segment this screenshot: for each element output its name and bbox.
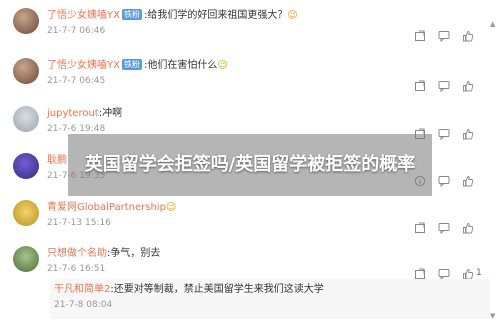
username-link[interactable]: 青爱网GlobalPartnership xyxy=(47,202,166,213)
avatar[interactable] xyxy=(13,200,39,226)
overlay-title: 英国留学会拒签吗/英国留学被拒签的概率 xyxy=(84,154,416,175)
repost-icon[interactable] xyxy=(414,80,426,92)
scroll-down-arrow[interactable]: ▼ xyxy=(490,312,495,320)
like-count: 1 xyxy=(476,268,482,278)
comment-line: 青爱网GlobalPartnership😉 xyxy=(47,200,176,216)
avatar[interactable] xyxy=(13,8,39,34)
repost-icon[interactable] xyxy=(414,222,426,234)
scrollbar[interactable]: ▲ ▼ xyxy=(490,20,496,320)
scroll-up-arrow[interactable]: ▲ xyxy=(490,20,495,28)
reply-username-link[interactable]: 干凡和简单2 xyxy=(54,284,110,295)
fan-badge: 铁粉 xyxy=(121,59,142,70)
comment-actions xyxy=(414,80,474,93)
username-link[interactable]: 了悟少女姨嗑YX xyxy=(47,60,120,71)
thumbs-up-icon[interactable] xyxy=(462,175,474,187)
comment-time: 21-7-7 06:46 xyxy=(47,26,106,36)
comment-icon[interactable] xyxy=(438,80,450,92)
thumbs-up-icon[interactable] xyxy=(462,30,474,42)
emoji: 😉 xyxy=(217,60,228,71)
avatar[interactable] xyxy=(13,58,39,84)
emoji: 😉 xyxy=(287,10,298,21)
reply-time: 21-7-8 08:04 xyxy=(54,300,113,310)
reply-item: 干凡和简单2:还要对等制裁，禁止美国留学生来我们这读大学 21-7-8 08:0… xyxy=(50,279,490,319)
thumbs-up-icon[interactable] xyxy=(462,128,474,140)
comment-line: 只想做个名助:争气，别去 xyxy=(47,246,160,262)
title-overlay: 英国留学会拒签吗/英国留学被拒签的概率 xyxy=(68,134,432,196)
comment-icon[interactable] xyxy=(438,128,450,140)
comment-line: jupyterout:冲啊 xyxy=(47,106,122,122)
comment-line: 了悟少女姨嗑YX 铁粉:给我们学的好回来祖国更强大？😉 xyxy=(47,8,298,24)
comment-line: 耿鹏 xyxy=(47,153,67,169)
username-link[interactable]: 只想做个名助 xyxy=(47,248,107,259)
avatar[interactable] xyxy=(13,106,39,132)
comment-time: 21-7-13 15:16 xyxy=(47,218,111,228)
avatar[interactable] xyxy=(13,246,39,272)
comment-actions xyxy=(414,30,474,43)
username-link[interactable]: jupyterout xyxy=(47,108,99,119)
comment-time: 21-7-7 06:45 xyxy=(47,76,106,86)
comment-item: 了悟少女姨嗑YX 铁粉:他们在害怕什么😉 21-7-7 06:45 xyxy=(0,58,500,108)
comment-text: :他们在害怕什么 xyxy=(143,60,218,71)
reply-line: 干凡和简单2:还要对等制裁，禁止美国留学生来我们这读大学 xyxy=(54,282,324,298)
comment-icon[interactable] xyxy=(438,30,450,42)
comment-icon[interactable] xyxy=(438,222,450,234)
reply-text: :还要对等制裁，禁止美国留学生来我们这读大学 xyxy=(110,284,324,295)
avatar[interactable] xyxy=(13,153,39,179)
comment-text: :争气，别去 xyxy=(107,248,161,259)
comment-item: 青爱网GlobalPartnership😉 21-7-13 15:16 xyxy=(0,200,500,250)
comment-actions xyxy=(414,222,474,235)
comment-text: :冲啊 xyxy=(98,108,123,119)
comment-text: :给我们学的好回来祖国更强大？ xyxy=(143,10,288,21)
fan-badge: 铁粉 xyxy=(121,9,142,20)
thumbs-up-icon[interactable] xyxy=(462,80,474,92)
username-link[interactable]: 耿鹏 xyxy=(47,155,67,166)
username-link[interactable]: 了悟少女姨嗑YX xyxy=(47,10,120,21)
comment-line: 了悟少女姨嗑YX 铁粉:他们在害怕什么😉 xyxy=(47,58,228,74)
thumbs-up-icon[interactable] xyxy=(462,222,474,234)
repost-icon[interactable] xyxy=(414,30,426,42)
comment-icon[interactable] xyxy=(438,175,450,187)
comment-item: 了悟少女姨嗑YX 铁粉:给我们学的好回来祖国更强大？😉 21-7-7 06:46 xyxy=(0,8,500,58)
emoji: 😉 xyxy=(165,202,177,213)
comment-time: 21-7-6 16:51 xyxy=(47,264,106,274)
